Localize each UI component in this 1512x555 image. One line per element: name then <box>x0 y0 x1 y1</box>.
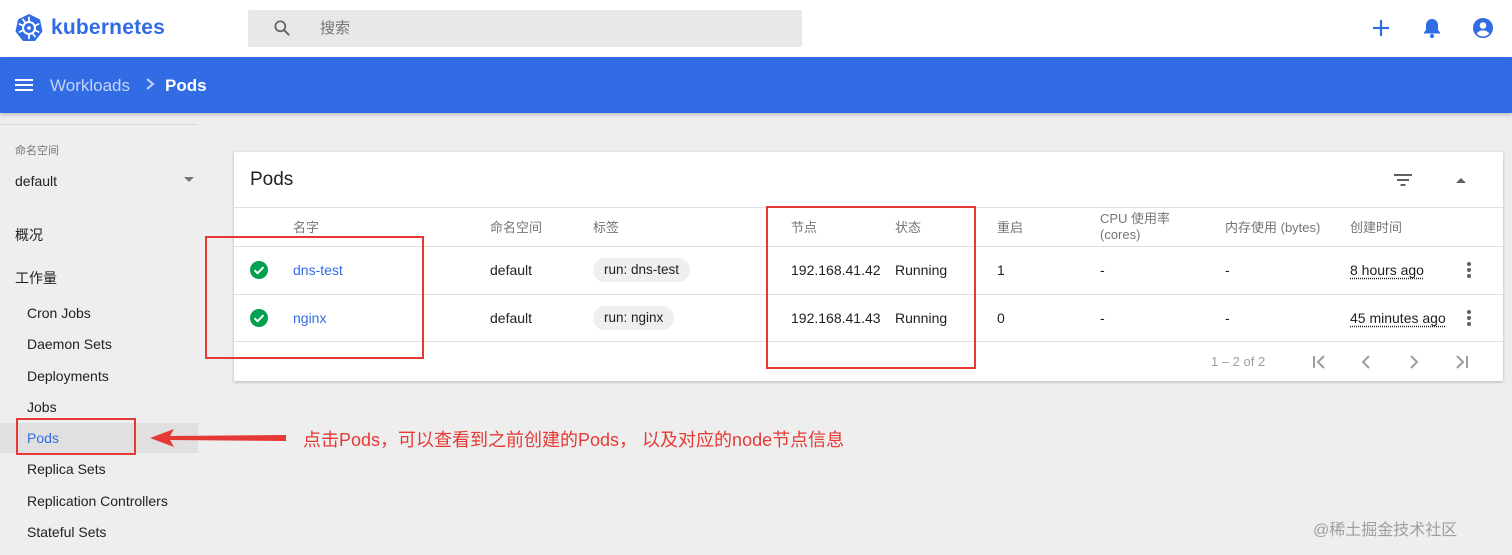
sidebar: 命名空间 default 概况 工作量 Cron Jobs Daemon Set… <box>0 113 200 555</box>
column-header-namespace[interactable]: 命名空间 <box>490 220 542 236</box>
column-header-cpu-line2: (cores) <box>1100 227 1141 242</box>
account-circle-icon[interactable] <box>1471 16 1495 40</box>
sidebar-item-replication-controllers[interactable]: Replication Controllers <box>0 486 198 516</box>
sidebar-item-overview[interactable]: 概况 <box>15 225 43 245</box>
brand-name: kubernetes <box>51 16 166 39</box>
pagination-range: 1 – 2 of 2 <box>1211 354 1266 369</box>
sidebar-item-label: Cron Jobs <box>27 305 91 321</box>
filter-icon[interactable] <box>1391 168 1415 192</box>
column-header-created[interactable]: 创建时间 <box>1350 220 1402 236</box>
breadcrumb-current: Pods <box>165 76 207 95</box>
pod-memory: - <box>1225 310 1230 326</box>
kubernetes-logo[interactable]: kubernetes <box>14 13 165 43</box>
more-vert-icon[interactable] <box>1459 308 1479 328</box>
search-icon <box>274 20 290 36</box>
label-chip: run: nginx <box>593 306 675 330</box>
nav-bar: Workloads Pods <box>0 57 1512 113</box>
pod-cpu: - <box>1100 262 1105 278</box>
add-icon[interactable] <box>1369 16 1393 40</box>
menu-icon[interactable] <box>12 73 36 97</box>
namespace-value: default <box>15 173 58 189</box>
last-page-icon[interactable] <box>1450 351 1472 373</box>
search-input[interactable] <box>320 10 780 47</box>
sidebar-item-label: Replication Controllers <box>27 493 168 509</box>
highlight-box-pods-menu <box>16 418 136 455</box>
highlight-box-pod-names <box>205 236 424 359</box>
sidebar-item-label: Daemon Sets <box>27 336 112 352</box>
sidebar-item-stateful-sets[interactable]: Stateful Sets <box>0 517 198 547</box>
card-title: Pods <box>250 169 294 190</box>
pod-namespace: default <box>490 262 533 278</box>
sidebar-section-workloads[interactable]: 工作量 <box>15 268 57 288</box>
previous-page-icon[interactable] <box>1355 351 1377 373</box>
pod-restarts: 0 <box>997 310 1005 326</box>
pod-created: 45 minutes ago <box>1350 310 1446 326</box>
column-header-cpu-line1: CPU 使用率 <box>1100 211 1171 226</box>
breadcrumb-workloads[interactable]: Workloads <box>50 76 130 96</box>
watermark: @稀土掘金技术社区 <box>1313 522 1458 539</box>
highlight-box-node-status <box>766 206 976 369</box>
column-header-cpu: CPU 使用率 (cores) <box>1100 211 1170 243</box>
sidebar-item-deployments[interactable]: Deployments <box>0 361 198 391</box>
sidebar-item-label: Jobs <box>27 399 57 415</box>
next-page-icon[interactable] <box>1403 351 1425 373</box>
sidebar-item-replica-sets[interactable]: Replica Sets <box>0 454 198 484</box>
collapse-arrow-icon[interactable] <box>1450 169 1472 191</box>
dropdown-caret-icon <box>184 177 194 182</box>
sidebar-divider <box>0 124 198 125</box>
namespace-select[interactable]: default <box>14 171 196 193</box>
more-vert-icon[interactable] <box>1459 260 1479 280</box>
sidebar-item-daemon-sets[interactable]: Daemon Sets <box>0 329 198 359</box>
column-header-restarts[interactable]: 重启 <box>997 220 1023 236</box>
sidebar-item-label: Deployments <box>27 368 109 384</box>
pod-restarts: 1 <box>997 262 1005 278</box>
annotation-note: 点击Pods，可以查看到之前创建的Pods， 以及对应的node节点信息 <box>303 430 845 450</box>
pod-created: 8 hours ago <box>1350 262 1424 278</box>
column-header-labels: 标签 <box>593 220 620 235</box>
namespace-label: 命名空间 <box>15 145 59 157</box>
sidebar-item-label: Stateful Sets <box>27 524 107 540</box>
kubernetes-helm-icon <box>15 14 43 41</box>
search-box[interactable] <box>248 10 802 47</box>
column-header-memory: 内存使用 (bytes) <box>1225 220 1321 235</box>
pod-namespace: default <box>490 310 533 326</box>
sidebar-item-cron-jobs[interactable]: Cron Jobs <box>0 298 198 328</box>
pod-cpu: - <box>1100 310 1105 326</box>
sidebar-item-label: Replica Sets <box>27 461 106 477</box>
label-chip: run: dns-test <box>593 258 691 282</box>
notifications-icon[interactable] <box>1420 16 1444 40</box>
chevron-right-icon <box>146 78 155 90</box>
column-header-name[interactable]: 名字 <box>293 220 319 236</box>
first-page-icon[interactable] <box>1309 351 1331 373</box>
annotation-arrow-icon <box>150 429 286 447</box>
pod-memory: - <box>1225 262 1230 278</box>
top-bar: kubernetes <box>0 0 1512 57</box>
